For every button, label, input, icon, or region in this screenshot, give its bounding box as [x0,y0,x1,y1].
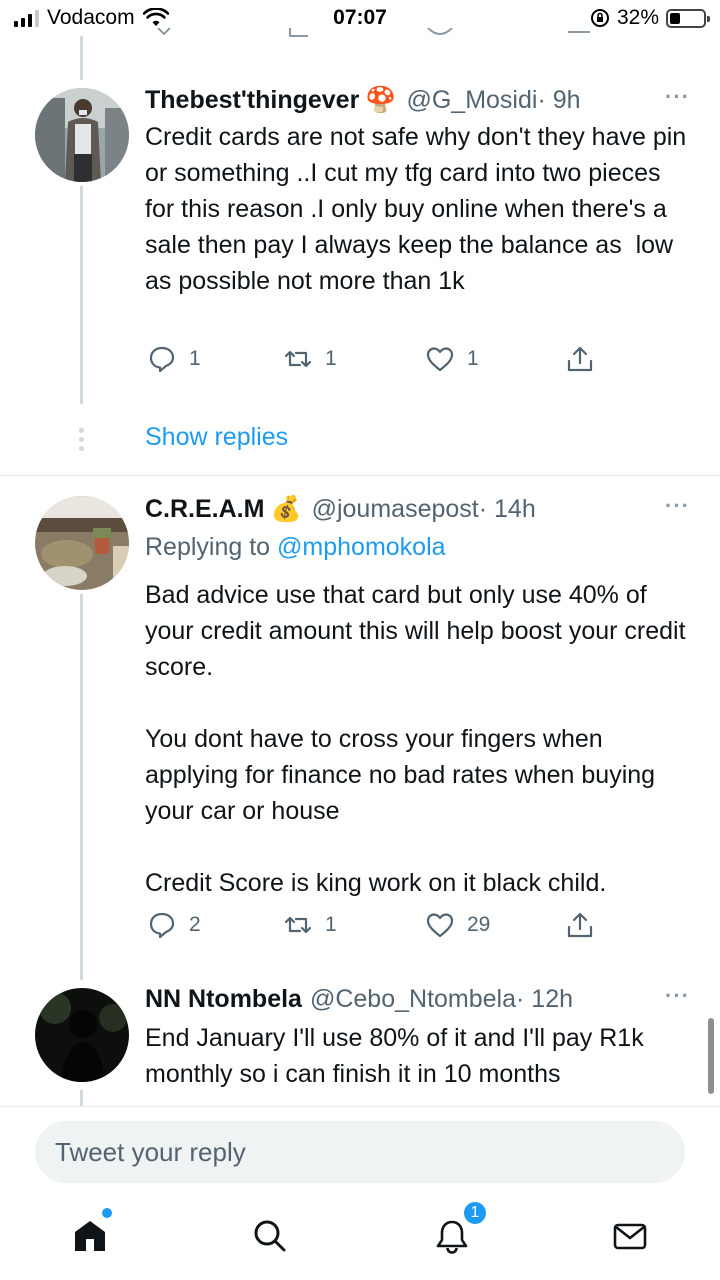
new-tweets-dot [102,1208,112,1218]
replying-to: Replying to @mphomokola [145,533,446,562]
bell-icon [436,1220,468,1254]
like-button[interactable]: 1 [425,344,479,374]
nav-messages[interactable] [608,1214,652,1258]
avatar[interactable] [35,988,129,1082]
battery-icon [666,8,710,28]
retweet-icon [284,916,312,934]
retweet-button[interactable]: 1 [283,910,337,940]
thread-dots-icon [79,428,84,455]
reply-button[interactable]: 2 [147,910,201,940]
nav-home[interactable] [68,1208,112,1258]
handle[interactable]: @joumasepost [312,495,479,524]
retweet-icon [284,350,312,368]
avatar[interactable] [35,496,129,590]
battery-percent: 32% [616,6,659,29]
tweet-actions: 2 1 29 [145,910,605,946]
heart-icon [426,347,454,372]
divider [0,475,720,476]
orientation-lock-icon [590,9,609,27]
reply-icon [149,912,175,939]
search-icon [254,1220,286,1252]
avatar[interactable] [35,88,129,182]
tweet-actions: 1 1 1 [145,344,605,380]
display-name[interactable]: NN Ntombela [145,985,302,1014]
timestamp[interactable]: · 14h [479,495,536,524]
tweet-text: Credit cards are not safe why don't they… [145,123,694,295]
partial-actions-icon [157,28,590,37]
like-button[interactable]: 29 [425,910,490,940]
reply-count: 1 [189,347,201,370]
timestamp[interactable]: · 12h [516,985,573,1014]
mushroom-emoji: 🍄 [365,85,397,114]
mail-icon [613,1223,647,1250]
tweet-text: End January I'll use 80% of it and I'll … [145,1024,651,1088]
nav-notifications[interactable]: 1 [430,1200,488,1258]
thread-line [80,1090,83,1106]
tweet-header: Thebest'thingever 🍄 @G_Mosidi · 9h ··· [145,84,690,116]
thread-line [80,594,83,980]
retweet-count: 1 [325,347,337,370]
reply-count: 2 [189,913,201,936]
thread-line-top [80,36,83,80]
home-icon [75,1221,105,1251]
like-count: 1 [467,347,479,370]
handle[interactable]: @Cebo_Ntombela [310,985,516,1014]
heart-icon [426,913,454,938]
notification-badge: 1 [462,1200,488,1226]
reply-icon [149,346,175,373]
scrollbar[interactable] [708,1018,714,1094]
status-right: 32% [590,6,710,30]
tweet-header: C.R.E.A.M 💰 @joumasepost · 14h ··· [145,493,690,525]
bottom-nav: 1 [0,1196,720,1280]
retweet-button[interactable]: 1 [283,344,337,374]
share-icon [567,912,593,938]
replying-mention[interactable]: @mphomokola [277,533,446,561]
reply-button[interactable]: 1 [147,344,201,374]
display-name[interactable]: Thebest'thingever [145,86,359,115]
reply-bar [0,1106,720,1196]
more-options-icon[interactable]: ··· [665,84,690,110]
money-bag-emoji: 💰 [270,494,302,523]
tweet-header: NN Ntombela @Cebo_Ntombela · 12h ··· [145,983,690,1015]
share-button[interactable] [565,910,595,940]
handle[interactable]: @G_Mosidi [406,86,537,115]
thread-line [80,186,83,404]
like-count: 29 [467,913,491,936]
nav-search[interactable] [248,1214,292,1258]
display-name[interactable]: C.R.E.A.M [145,495,264,524]
retweet-count: 1 [325,913,337,936]
more-options-icon[interactable]: ··· [665,493,690,519]
tweet-text: Bad advice use that card but only use 40… [145,581,686,897]
share-button[interactable] [565,344,595,374]
more-options-icon[interactable]: ··· [665,983,690,1009]
replying-label: Replying to [145,533,271,561]
show-replies-link[interactable]: Show replies [145,423,288,452]
timestamp[interactable]: · 9h [537,86,580,115]
tweet-reply-input[interactable] [35,1121,685,1183]
share-icon [567,346,593,372]
